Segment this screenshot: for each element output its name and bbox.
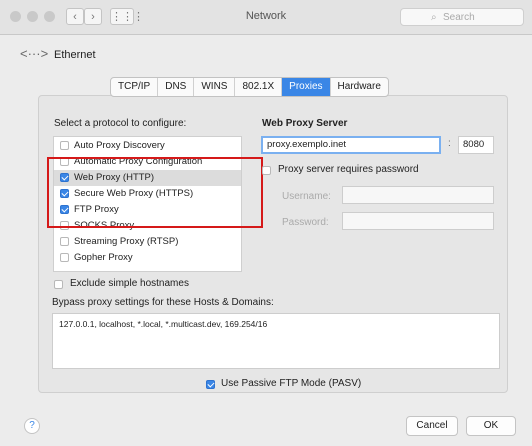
checkbox[interactable] — [60, 141, 69, 150]
password-field[interactable] — [342, 212, 494, 230]
tab-wins[interactable]: WINS — [194, 78, 236, 96]
tab-bar: TCP/IP DNS WINS 802.1X Proxies Hardware — [110, 77, 389, 97]
username-label: Username: — [282, 191, 331, 202]
checkbox[interactable] — [60, 237, 69, 246]
tab-dns[interactable]: DNS — [158, 78, 195, 96]
tab-tcpip[interactable]: TCP/IP — [111, 78, 159, 96]
search-input[interactable]: ⌕ Search — [400, 8, 524, 26]
checkbox[interactable] — [60, 253, 69, 262]
search-placeholder: Search — [443, 12, 475, 23]
tab-8021x[interactable]: 802.1X — [235, 78, 283, 96]
help-icon: ? — [29, 420, 35, 431]
checkbox[interactable] — [54, 280, 63, 289]
tab-proxies[interactable]: Proxies — [282, 78, 331, 96]
help-button[interactable]: ? — [24, 418, 40, 434]
highlight-annotation — [47, 157, 263, 228]
passive-ftp-option[interactable]: Use Passive FTP Mode (PASV) — [206, 378, 386, 392]
port-separator: : — [448, 138, 451, 149]
interface-name: Ethernet — [54, 49, 96, 61]
protocol-label: Gopher Proxy — [74, 252, 133, 263]
protocol-item[interactable]: Gopher Proxy — [54, 250, 241, 266]
proxy-port-input[interactable]: 8080 — [458, 136, 494, 154]
cancel-button[interactable]: Cancel — [406, 416, 458, 436]
exclude-simple-hostnames-option[interactable]: Exclude simple hostnames — [54, 278, 254, 292]
checkbox[interactable] — [206, 380, 215, 389]
checkbox[interactable] — [262, 166, 271, 175]
passive-ftp-label: Use Passive FTP Mode (PASV) — [221, 378, 362, 389]
password-label: Password: — [282, 217, 329, 228]
protocol-heading: Select a protocol to configure: — [54, 118, 187, 129]
requires-password-option[interactable]: Proxy server requires password — [262, 164, 452, 178]
requires-password-label: Proxy server requires password — [278, 164, 419, 175]
bypass-label: Bypass proxy settings for these Hosts & … — [52, 297, 274, 308]
protocol-label: Streaming Proxy (RTSP) — [74, 236, 179, 247]
protocol-item[interactable]: Streaming Proxy (RTSP) — [54, 234, 241, 250]
proxy-server-heading: Web Proxy Server — [262, 118, 348, 129]
username-field[interactable] — [342, 186, 494, 204]
ethernet-icon: <···> — [20, 46, 49, 61]
bypass-hosts-textarea[interactable]: 127.0.0.1, localhost, *.local, *.multica… — [52, 313, 500, 369]
search-icon: ⌕ — [431, 12, 437, 23]
tab-hardware[interactable]: Hardware — [331, 78, 388, 96]
ok-button[interactable]: OK — [466, 416, 516, 436]
proxy-server-input[interactable]: proxy.exemplo.inet — [261, 136, 441, 154]
exclude-simple-hostnames-label: Exclude simple hostnames — [70, 278, 189, 289]
protocol-label: Auto Proxy Discovery — [74, 140, 165, 151]
protocol-item[interactable]: Auto Proxy Discovery — [54, 138, 241, 154]
